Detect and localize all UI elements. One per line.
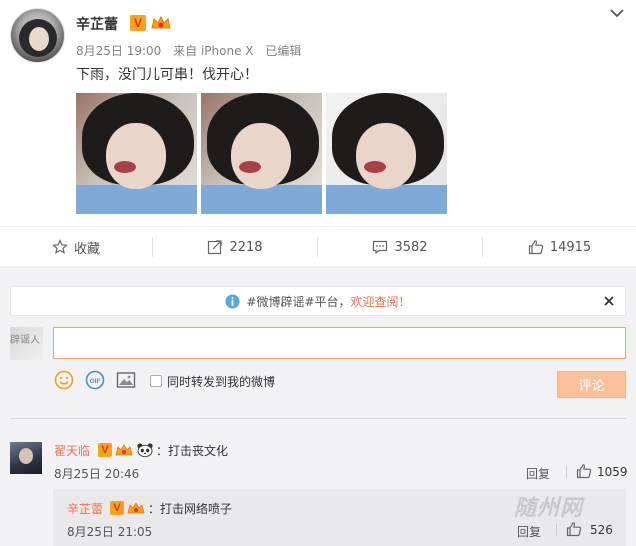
close-icon[interactable] bbox=[602, 294, 616, 308]
chevron-down-icon[interactable] bbox=[607, 6, 627, 20]
rumor-notice-banner: #微博辟谣#平台，欢迎查阅！ bbox=[10, 286, 626, 316]
like-count: 14915 bbox=[549, 239, 592, 255]
commenter-name[interactable]: 翟天临 bbox=[54, 442, 90, 459]
vip-crown-icon bbox=[115, 444, 133, 456]
vip-crown-icon bbox=[151, 15, 171, 29]
comment-reply-button[interactable]: 回复 bbox=[526, 465, 550, 482]
notice-text: #微博辟谣#平台， bbox=[246, 294, 351, 309]
reply-action-divider bbox=[556, 524, 557, 536]
comment-text: ：打击丧文化 bbox=[156, 444, 229, 458]
verified-badge-icon: V bbox=[98, 443, 112, 457]
post-photo[interactable] bbox=[76, 93, 197, 214]
notice-link[interactable]: 欢迎查阅！ bbox=[351, 295, 411, 309]
favorite-label: 收藏 bbox=[73, 241, 100, 257]
action-bar: 收藏 2218 3582 14915 bbox=[0, 226, 636, 266]
repost-button[interactable]: 2218 bbox=[153, 227, 317, 267]
commenter-avatar[interactable] bbox=[10, 442, 42, 474]
comment-button[interactable]: 3582 bbox=[318, 227, 482, 267]
reply-like-count: 526 bbox=[590, 523, 613, 537]
post-text: 下雨，没门儿可串！伐开心！ bbox=[76, 67, 258, 83]
reply-time: 8月25日 21:05 bbox=[67, 525, 153, 539]
post-edited[interactable]: 已编辑 bbox=[265, 44, 301, 58]
verified-badge-icon: V bbox=[130, 15, 146, 31]
panda-emoji-icon bbox=[137, 443, 153, 457]
post-photo[interactable] bbox=[326, 93, 447, 214]
star-icon bbox=[52, 239, 68, 255]
reply-author-name[interactable]: 辛芷蕾 bbox=[67, 500, 103, 517]
reply-text: ：打击网络喷子 bbox=[148, 502, 233, 516]
repost-count: 2218 bbox=[229, 239, 263, 255]
current-user-avatar-text: 辟谣人 bbox=[10, 335, 40, 346]
comment-count: 3582 bbox=[394, 239, 428, 255]
comment-time: 8月25日 20:46 bbox=[54, 467, 140, 481]
info-icon bbox=[225, 293, 240, 309]
submit-comment-button[interactable]: 评论 bbox=[557, 371, 626, 398]
post-meta: 8月25日 19:00 来自 iPhone X 已编辑 bbox=[76, 42, 309, 59]
author-avatar[interactable] bbox=[10, 8, 65, 63]
comment-icon bbox=[373, 240, 388, 255]
comment-action-divider bbox=[566, 466, 567, 478]
gif-label: GIF bbox=[90, 378, 101, 385]
thumbs-up-icon[interactable] bbox=[576, 463, 592, 479]
image-icon[interactable] bbox=[116, 370, 136, 390]
comment-divider bbox=[10, 418, 626, 419]
reply-reply-button[interactable]: 回复 bbox=[517, 523, 541, 540]
site-watermark: 随州网 bbox=[514, 496, 584, 521]
comment-like-count: 1059 bbox=[597, 465, 628, 479]
comment-input[interactable] bbox=[53, 327, 626, 359]
verified-badge-icon: V bbox=[110, 501, 124, 515]
gif-icon[interactable]: GIF bbox=[85, 370, 105, 390]
vip-crown-icon bbox=[127, 502, 145, 514]
repost-checkbox-label[interactable]: 同时转发到我的微博 bbox=[167, 373, 275, 390]
like-button[interactable]: 14915 bbox=[483, 227, 636, 267]
post-source: 来自 iPhone X bbox=[173, 44, 254, 58]
repost-icon bbox=[208, 240, 223, 255]
repost-checkbox[interactable] bbox=[150, 375, 162, 387]
thumbs-up-icon bbox=[528, 240, 543, 255]
current-user-avatar[interactable]: 辟谣人 bbox=[10, 327, 43, 360]
post-timestamp[interactable]: 8月25日 19:00 bbox=[76, 44, 161, 58]
thumbs-up-icon[interactable] bbox=[566, 521, 582, 537]
favorite-button[interactable]: 收藏 bbox=[0, 227, 152, 267]
avatar-face bbox=[29, 27, 49, 51]
post-photo[interactable] bbox=[201, 93, 322, 214]
author-name[interactable]: 辛芷蕾 bbox=[76, 14, 118, 34]
emoji-icon[interactable] bbox=[54, 370, 74, 390]
